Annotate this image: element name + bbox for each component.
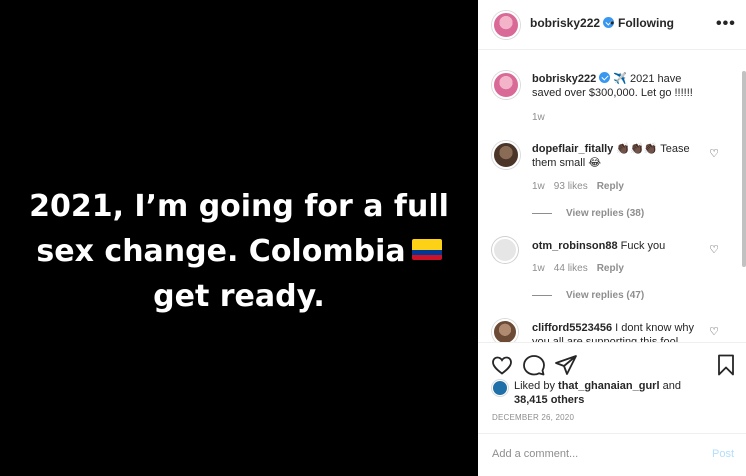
post-button[interactable]: Post xyxy=(712,448,734,460)
caption-text: bobrisky222 ✈️ 2021 have saved over $300… xyxy=(532,72,712,100)
author-avatar[interactable] xyxy=(492,11,520,39)
caption-meta: 1w xyxy=(532,112,554,123)
verified-badge-icon xyxy=(599,72,611,83)
like-heart-icon[interactable]: ♡ xyxy=(708,244,720,256)
likes-others[interactable]: 38,415 others xyxy=(514,394,584,406)
like-heart-icon[interactable]: ♡ xyxy=(708,148,720,160)
comment-username[interactable]: otm_robinson88 xyxy=(532,240,618,252)
comment-meta: 1w 93 likes Reply xyxy=(532,181,633,192)
comment-text: otm_robinson88 Fuck you xyxy=(532,239,712,253)
media-line-2-text: sex change. Colombia xyxy=(36,234,406,269)
reply-button[interactable]: Reply xyxy=(597,181,624,192)
comment-time[interactable]: 1w xyxy=(532,181,545,192)
likes-and: and xyxy=(662,380,681,392)
comment-body: Fuck you xyxy=(620,240,666,252)
comment-text: clifford5523456 I dont know why you all … xyxy=(532,321,712,342)
media-line-3: get ready. xyxy=(153,279,325,314)
comment-username[interactable]: dopeflair_fitally xyxy=(532,143,613,155)
likes-prefix: Liked by xyxy=(514,380,555,392)
commenter-avatar[interactable] xyxy=(492,141,520,169)
colombia-flag-icon xyxy=(411,239,442,260)
comments-list[interactable]: bobrisky222 ✈️ 2021 have saved over $300… xyxy=(478,51,746,343)
caption-avatar[interactable] xyxy=(492,71,520,99)
liker-username[interactable]: that_ghanaian_gurl xyxy=(558,380,659,392)
caption-username[interactable]: bobrisky222 xyxy=(532,73,596,85)
action-bar xyxy=(478,344,746,384)
bookmark-icon[interactable] xyxy=(714,353,738,377)
comment-text: dopeflair_fitally 👏🏿👏🏿👏🏿 Tease them smal… xyxy=(532,142,712,170)
more-options-icon[interactable]: ••• xyxy=(716,15,736,33)
share-icon[interactable] xyxy=(554,353,578,377)
reply-button[interactable]: Reply xyxy=(597,263,624,274)
post-date[interactable]: DECEMBER 26, 2020 xyxy=(492,413,574,422)
likes-text: Liked by that_ghanaian_gurl and 38,415 o… xyxy=(514,379,714,407)
comment-likes[interactable]: 93 likes xyxy=(554,181,588,192)
comment-likes[interactable]: 44 likes xyxy=(554,263,588,274)
view-replies-button[interactable]: View replies (47) xyxy=(532,290,644,301)
commenter-avatar[interactable] xyxy=(492,319,518,342)
header-separator: • xyxy=(610,16,615,30)
view-replies-label: View replies (47) xyxy=(566,290,645,301)
scrollbar[interactable] xyxy=(742,71,746,267)
media-line-1: 2021, I’m going for a full xyxy=(29,189,449,224)
replies-divider xyxy=(532,212,552,214)
post-panel: bobrisky222 • Following ••• bobrisky222 … xyxy=(478,0,746,476)
view-replies-label: View replies (38) xyxy=(566,208,645,219)
caption-time[interactable]: 1w xyxy=(532,112,545,123)
commenter-avatar[interactable] xyxy=(492,237,518,263)
heart-icon[interactable] xyxy=(490,353,514,377)
comment-time[interactable]: 1w xyxy=(532,263,545,274)
comment-username[interactable]: clifford5523456 xyxy=(532,322,612,334)
view-replies-button[interactable]: View replies (38) xyxy=(532,208,644,219)
media-line-2: sex change. Colombia xyxy=(0,229,478,274)
post-media[interactable]: 2021, I’m going for a full sex change. C… xyxy=(0,0,478,476)
following-button[interactable]: Following xyxy=(618,16,674,30)
comment-input[interactable]: Add a comment... xyxy=(492,448,578,460)
comment-icon[interactable] xyxy=(522,353,546,377)
media-text: 2021, I’m going for a full sex change. C… xyxy=(0,184,478,319)
add-comment-bar: Add a comment... Post xyxy=(478,433,746,476)
post-header: bobrisky222 • Following ••• xyxy=(478,0,746,50)
liker-avatar[interactable] xyxy=(492,380,508,396)
replies-divider xyxy=(532,294,552,296)
comment-meta: 1w 44 likes Reply xyxy=(532,263,633,274)
author-username[interactable]: bobrisky222 xyxy=(530,16,615,30)
like-heart-icon[interactable]: ♡ xyxy=(708,326,720,338)
